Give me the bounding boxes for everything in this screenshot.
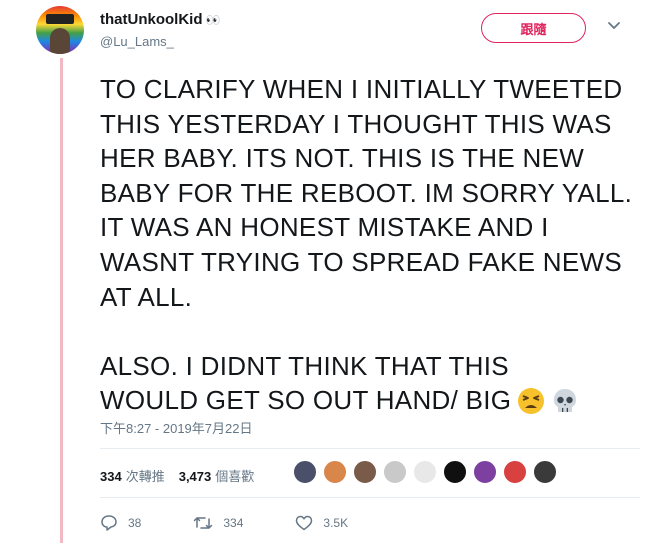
liker-avatar[interactable] [383, 460, 407, 484]
divider [100, 497, 640, 498]
tweet-actions: 38 334 3.5K [100, 514, 400, 532]
retweet-button[interactable]: 334 [193, 514, 243, 532]
liker-avatar[interactable] [353, 460, 377, 484]
user-handle[interactable]: @Lu_Lams_ [100, 34, 174, 49]
tweet-line: AT ALL. [100, 281, 193, 312]
tweet-line: IT WAS AN HONEST MISTAKE AND I [100, 212, 549, 243]
liker-avatar[interactable] [293, 460, 317, 484]
liker-avatars [293, 460, 563, 484]
tired-face-icon [517, 387, 545, 424]
liker-avatar[interactable] [473, 460, 497, 484]
follow-button[interactable]: 跟隨 [481, 13, 586, 43]
liker-avatar[interactable] [443, 460, 467, 484]
like-stat[interactable]: 3,473 個喜歡 [179, 466, 255, 485]
heart-icon [296, 515, 313, 531]
tweet-line: ALSO. I DIDNT THINK THAT THIS [100, 350, 509, 381]
tweet-line: THIS YESTERDAY I THOUGHT THIS WAS [100, 108, 612, 139]
retweet-icon [194, 517, 213, 529]
display-name[interactable]: thatUnkoolKid 👀 [100, 11, 221, 28]
tweet-line: WASNT TRYING TO SPREAD FAKE NEWS [100, 246, 623, 277]
thread-line [60, 58, 63, 543]
like-button[interactable]: 3.5K [295, 514, 348, 532]
skull-icon [551, 387, 579, 424]
chevron-down-icon[interactable] [605, 16, 623, 34]
reply-button[interactable]: 38 [100, 514, 141, 532]
eyes-emoji-icon: 👀 [205, 13, 222, 27]
tweet-line: TO CLARIFY WHEN I INITIALLY TWEETED [100, 74, 623, 104]
avatar[interactable] [36, 6, 84, 54]
liker-avatar[interactable] [413, 460, 437, 484]
tweet-line: HER BABY. ITS NOT. THIS IS THE NEW [100, 143, 585, 174]
tweet-text: TO CLARIFY WHEN I INITIALLY TWEETED THIS… [100, 72, 640, 424]
tweet-line: BABY FOR THE REBOOT. IM SORRY YALL. [100, 177, 633, 208]
tweet-timestamp[interactable]: 下午8:27 - 2019年7月22日 [100, 418, 252, 437]
liker-avatar[interactable] [323, 460, 347, 484]
liker-avatar[interactable] [503, 460, 527, 484]
liker-avatar[interactable] [533, 460, 557, 484]
reply-icon [101, 515, 117, 531]
divider [100, 448, 640, 449]
retweet-stat[interactable]: 334 次轉推 [100, 466, 165, 485]
engagement-stats: 334 次轉推 3,473 個喜歡 [100, 466, 268, 485]
